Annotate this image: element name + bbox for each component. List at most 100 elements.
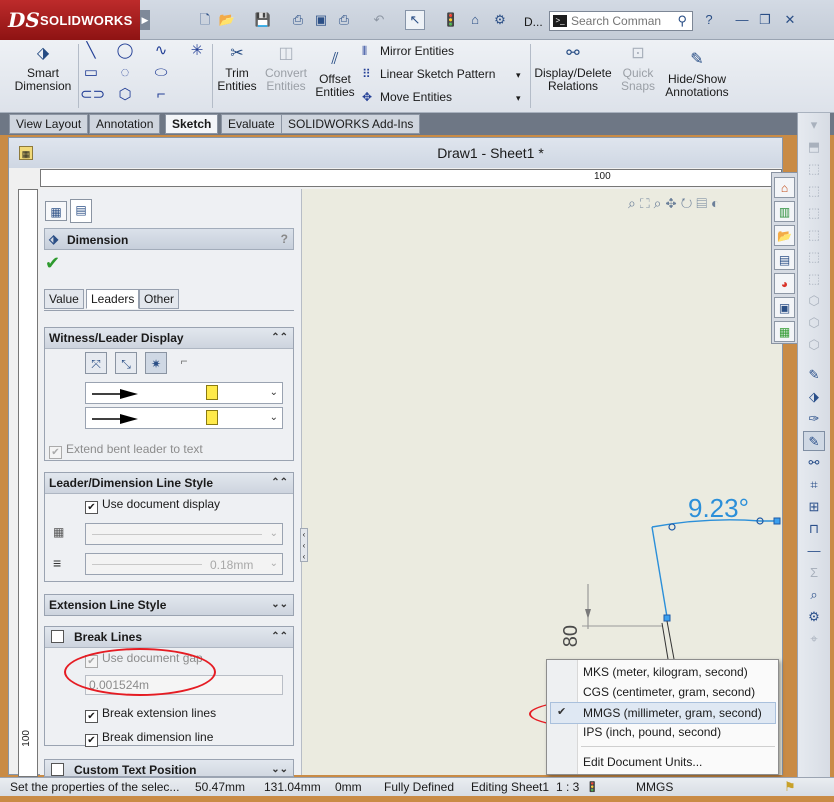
status-units[interactable]: MMGS (636, 779, 673, 796)
slot-icon[interactable]: ⊂⊃ (80, 86, 105, 104)
search-input[interactable] (571, 14, 667, 28)
outside-arrows-icon[interactable]: ⤧ (85, 352, 107, 374)
line-style-dropdown[interactable]: ⌄ (85, 523, 283, 545)
menu-item-edit-units[interactable]: Edit Document Units... (583, 752, 702, 772)
file-properties-icon[interactable]: ⌂ (466, 11, 484, 29)
forum-icon[interactable]: ▦ (774, 321, 795, 342)
tab-addins[interactable]: SOLIDWORKS Add-Ins (281, 114, 421, 134)
tab-view-layout[interactable]: View Layout (9, 114, 89, 134)
use-document-display-checkbox[interactable]: ✔ Use document display (85, 497, 220, 514)
fillet-icon[interactable]: ⌐ (150, 86, 172, 104)
appearances-icon[interactable]: ◕ (774, 273, 795, 294)
design-library-icon[interactable]: ▥ (774, 201, 795, 222)
minimize-icon[interactable]: — (733, 11, 751, 29)
right-view-icon[interactable]: ⬚ (803, 225, 825, 245)
expand-icon[interactable]: ⌄⌄ (271, 595, 288, 615)
file-explorer-icon[interactable]: 📂 (774, 225, 795, 246)
linear-pattern-button[interactable]: ⠿ Linear Sketch Pattern (362, 67, 495, 81)
polygon-icon[interactable]: ⬡ (114, 86, 136, 104)
ellipse-icon[interactable]: ⬭ (150, 64, 172, 82)
snap-icon[interactable]: ⊞ (803, 497, 825, 517)
pulse-icon[interactable]: ⊓ (803, 519, 825, 539)
custom-properties-icon[interactable]: ▣ (774, 297, 795, 318)
display-delete-relations-button[interactable]: ⚯ Display/Delete Relations (532, 44, 614, 93)
offset-entities-button[interactable]: ⫽ Offset Entities (312, 50, 358, 99)
arrow-style-1-dropdown[interactable]: ⌄ (85, 382, 283, 404)
line-icon[interactable]: ╲ (80, 42, 102, 60)
menu-item-mmgs[interactable]: MMGS (millimeter, gram, second) (583, 703, 762, 723)
move-entities-button[interactable]: ✥ Move Entities (362, 90, 452, 104)
collapse-icon[interactable]: ⌃⌃ (271, 328, 288, 348)
tooltip-icon[interactable]: ⚑ (784, 778, 796, 795)
rebuild-status-icon[interactable]: 🚦 (586, 779, 598, 796)
simulation-icon[interactable]: ⚙ (803, 607, 825, 627)
bent-leader-icon[interactable]: ⌐ (173, 354, 195, 372)
collapse-icon[interactable]: ⌃⌃ (271, 627, 288, 647)
tab-evaluate[interactable]: Evaluate (221, 114, 282, 134)
menu-item-cgs[interactable]: CGS (centimeter, gram, second) (583, 682, 755, 702)
trim-entities-button[interactable]: ✂ Trim Entities (214, 44, 260, 93)
menu-item-mks[interactable]: MKS (meter, kilogram, second) (583, 662, 748, 682)
help-icon[interactable]: ? (281, 232, 288, 246)
toolbar-top-icon[interactable]: ▾ (803, 115, 825, 135)
zoom-icon[interactable]: ⌕ (803, 585, 825, 605)
break-dimension-line-checkbox[interactable]: ✔ Break dimension line (85, 730, 213, 747)
new-icon[interactable]: 🗋 (196, 11, 214, 29)
feature-manager-tab-icon[interactable]: ▦ (45, 201, 67, 221)
group-header[interactable]: Break Lines ⌃⌃ (45, 627, 293, 648)
view-orientation-icon[interactable]: ⬒ (803, 137, 825, 157)
print-preview-icon[interactable]: ⎙ (289, 11, 307, 29)
linear-dimension[interactable]: 80 (560, 625, 583, 647)
inside-arrows-icon[interactable]: ⤡ (115, 352, 137, 374)
restore-icon[interactable]: ❐ (756, 11, 774, 29)
point-icon[interactable]: ✳ (186, 42, 208, 60)
isometric-icon[interactable]: ⬡ (803, 291, 825, 311)
ok-check-icon[interactable]: ✔ (45, 253, 60, 274)
top-view-icon[interactable]: ⬚ (803, 247, 825, 267)
circle-icon[interactable]: ◯ (114, 42, 136, 60)
relations-icon[interactable]: ⚯ (803, 453, 825, 473)
line-format-icon[interactable]: — (803, 541, 825, 561)
trimetric-icon[interactable]: ⬡ (803, 313, 825, 333)
line-thickness-dropdown[interactable]: 0.18mm ⌄ (85, 553, 283, 575)
back-view-icon[interactable]: ⬚ (803, 181, 825, 201)
search-icon[interactable]: ⚲ (677, 13, 687, 29)
spline-icon[interactable]: ∿ (150, 42, 172, 60)
pen-icon[interactable]: ✑ (803, 409, 825, 429)
move-dropdown-icon[interactable]: ▾ (516, 93, 521, 104)
smart-dimension-button[interactable]: ⬗ Smart Dimension (10, 44, 76, 93)
tab-other[interactable]: Other (139, 289, 180, 309)
custom-text-position-checkbox[interactable] (51, 763, 64, 776)
tab-leaders[interactable]: Leaders (86, 289, 140, 309)
hide-show-annotations-button[interactable]: ✎ Hide/Show Annotations (662, 50, 732, 99)
rebuild-icon[interactable]: 🚦 (442, 11, 460, 29)
convert-entities-button[interactable]: ◫ Convert Entities (262, 44, 310, 93)
bottom-view-icon[interactable]: ⬚ (803, 269, 825, 289)
sketch-tools-icon[interactable]: ✎ (803, 431, 825, 451)
expand-icon[interactable]: ⌄⌄ (271, 760, 288, 776)
break-lines-checkbox[interactable] (51, 630, 64, 643)
dimetric-icon[interactable]: ⬡ (803, 335, 825, 355)
smart-dimension-icon[interactable]: ⬗ (803, 387, 825, 407)
angle-dimension[interactable]: 9.23° (688, 493, 749, 524)
menu-expand-icon[interactable]: ▶ (140, 10, 150, 30)
menu-item-ips[interactable]: IPS (inch, pound, second) (583, 722, 721, 742)
collapse-icon[interactable]: ⌃⌃ (271, 473, 288, 493)
left-view-icon[interactable]: ⬚ (803, 203, 825, 223)
sketch-icon[interactable]: ✎ (803, 365, 825, 385)
select-icon[interactable]: ↖ (405, 10, 425, 30)
save-as-icon[interactable]: ▣ (312, 11, 330, 29)
group-header[interactable]: Extension Line Style ⌄⌄ (45, 595, 293, 615)
sum-icon[interactable]: Σ (803, 563, 825, 583)
open-icon[interactable]: 📂 (218, 11, 236, 29)
tab-value[interactable]: Value (44, 289, 84, 309)
smart-arrows-icon[interactable]: ✷ (145, 352, 167, 374)
solidworks-logo[interactable]: DS SOLIDWORKS (0, 0, 140, 40)
tab-sketch[interactable]: Sketch (165, 114, 219, 134)
save-icon[interactable]: 💾 (254, 11, 272, 29)
close-icon[interactable]: ✕ (781, 11, 799, 29)
quick-snaps-button[interactable]: ⊡ Quick Snaps (616, 44, 660, 93)
undo-icon[interactable]: ↶ (370, 11, 388, 29)
group-header[interactable]: Witness/Leader Display ⌃⌃ (45, 328, 293, 349)
help-icon[interactable]: ? (700, 11, 718, 29)
